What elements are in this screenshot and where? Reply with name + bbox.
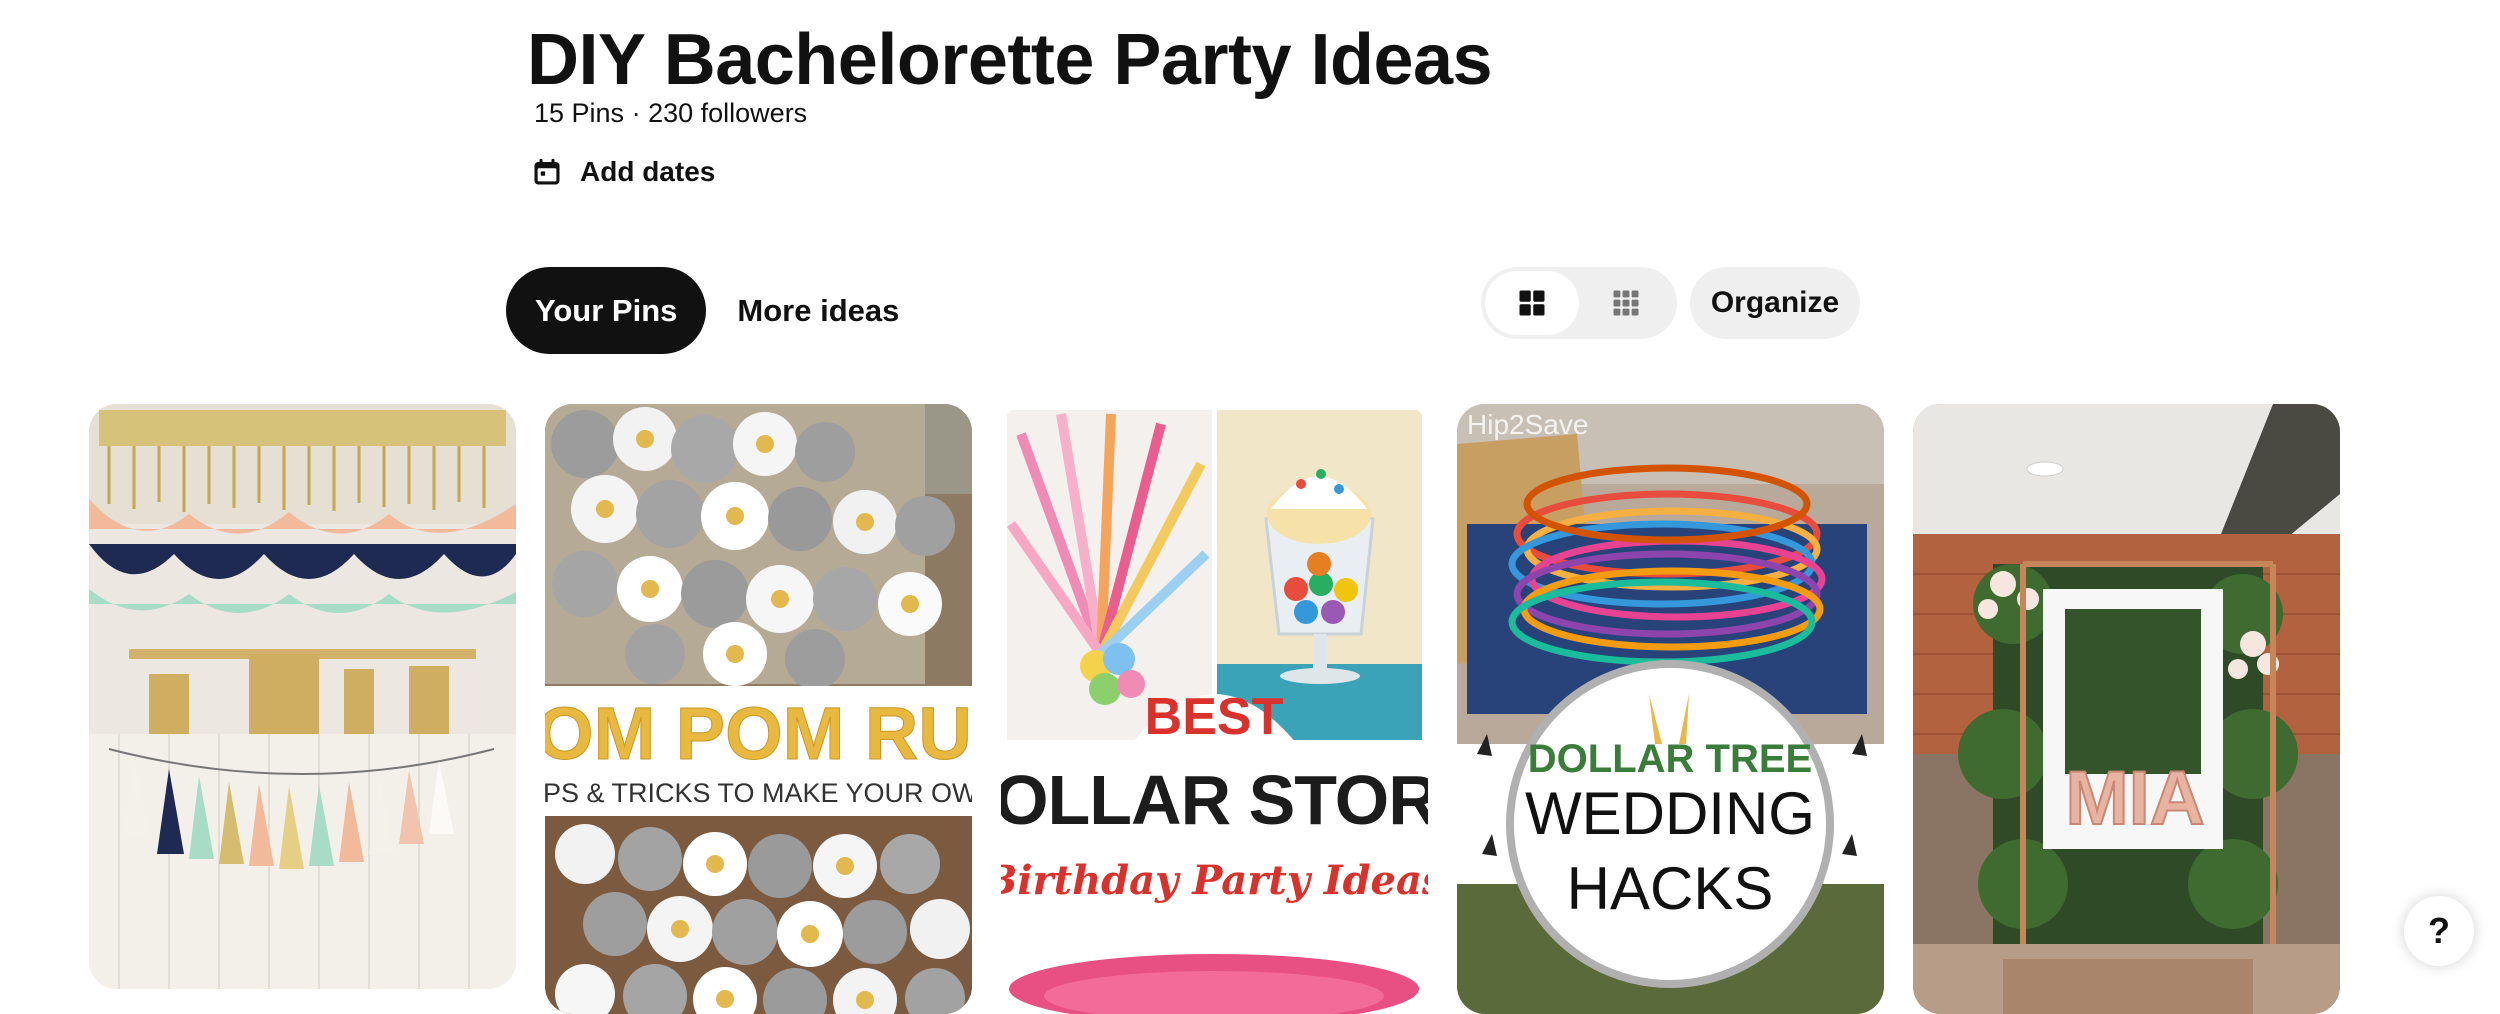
pin-text: DOLLAR TREE (1528, 737, 1812, 781)
pin-image (89, 404, 516, 989)
pin-card[interactable]: Hip2Save DOLLAR TREE WEDDING HACKS (1457, 404, 1884, 1014)
board-tabs: Your Pins More ideas (506, 267, 928, 354)
pin-text: WEDDING (1525, 780, 1815, 847)
pin-card[interactable]: POM POM RUG TIPS & TRICKS TO MAKE YOUR O… (545, 404, 972, 1014)
organize-button[interactable]: Organize (1690, 267, 1860, 339)
default-grid-button[interactable] (1485, 271, 1579, 335)
pin-card[interactable]: BEST DOLLAR STORE Birthday Party Ideas (1001, 404, 1428, 1014)
pin-text: POM POM RUG (545, 692, 972, 775)
pin-text: BEST (1145, 688, 1284, 746)
grid-large-icon (1519, 290, 1545, 316)
pin-image: MIA (1913, 404, 2340, 1014)
pin-text: Birthday Party Ideas (1001, 857, 1428, 904)
pin-text: HACKS (1567, 855, 1774, 922)
view-toggle (1481, 267, 1677, 339)
pin-image: Hip2Save DOLLAR TREE WEDDING HACKS (1457, 404, 1884, 1014)
calendar-icon (534, 158, 560, 185)
tab-more-ideas[interactable]: More ideas (708, 267, 928, 354)
compact-grid-button[interactable] (1579, 271, 1673, 335)
followers-count[interactable]: 230 followers (648, 98, 807, 128)
pin-card[interactable]: MIA (1913, 404, 2340, 1014)
pin-image: POM POM RUG TIPS & TRICKS TO MAKE YOUR O… (545, 404, 972, 1014)
stats-separator: · (631, 98, 641, 128)
grid-compact-icon (1613, 290, 1639, 316)
board-stats: 15 Pins · 230 followers (534, 98, 807, 129)
pins-count: 15 Pins (534, 98, 625, 128)
add-dates-label: Add dates (580, 156, 716, 187)
pin-image: BEST DOLLAR STORE Birthday Party Ideas (1001, 404, 1428, 1014)
help-button[interactable]: ? (2404, 896, 2474, 966)
tab-your-pins[interactable]: Your Pins (506, 267, 707, 354)
board-title: DIY Bachelorette Party Ideas (527, 20, 1493, 100)
pin-text: DOLLAR STORE (1001, 761, 1428, 839)
balloon-letters: MIA (2065, 756, 2204, 841)
pin-text: TIPS & TRICKS TO MAKE YOUR OWN (545, 778, 972, 808)
pin-card[interactable] (89, 404, 516, 989)
add-dates-button[interactable]: Add dates (532, 152, 715, 192)
